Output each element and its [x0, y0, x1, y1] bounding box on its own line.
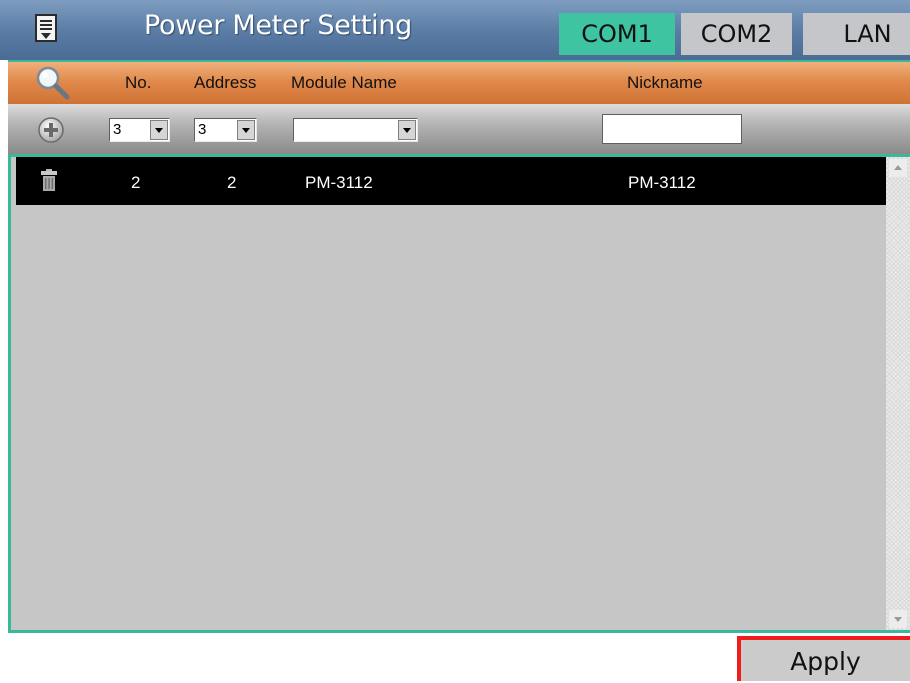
row-no: 2	[131, 173, 141, 192]
scroll-up-arrow-icon[interactable]	[889, 159, 907, 177]
apply-button[interactable]: Apply	[737, 636, 910, 681]
column-header-row: No. Address Module Name Nickname	[8, 60, 910, 104]
tab-com1[interactable]: COM1	[559, 13, 675, 55]
chevron-down-icon[interactable]	[237, 120, 255, 140]
module-name-select[interactable]	[293, 118, 418, 142]
add-icon[interactable]	[36, 115, 66, 145]
address-select-value: 3	[198, 121, 207, 138]
chevron-down-icon[interactable]	[398, 120, 416, 140]
column-header-module-name: Module Name	[291, 73, 397, 92]
tab-com2[interactable]: COM2	[681, 13, 792, 55]
meter-list: 2 2 PM-3112 PM-3112	[8, 157, 910, 633]
trash-icon[interactable]	[40, 169, 58, 191]
title-bar: Power Meter Setting COM1 COM2 LAN	[0, 0, 910, 60]
scroll-down-arrow-icon[interactable]	[889, 610, 907, 628]
add-row: 3 3	[8, 104, 910, 157]
tab-lan[interactable]: LAN	[803, 13, 910, 55]
search-icon[interactable]	[33, 64, 73, 102]
page-title: Power Meter Setting	[144, 10, 412, 41]
row-nickname: PM-3112	[628, 173, 696, 192]
no-select-value: 3	[113, 121, 122, 138]
no-select[interactable]: 3	[109, 118, 170, 142]
chevron-down-icon[interactable]	[150, 120, 168, 140]
column-header-nickname: Nickname	[627, 73, 703, 92]
menu-icon[interactable]	[35, 14, 57, 42]
vertical-scrollbar[interactable]	[886, 157, 910, 630]
address-select[interactable]: 3	[194, 118, 257, 142]
row-module-name: PM-3112	[305, 173, 373, 192]
table-row[interactable]: 2 2 PM-3112 PM-3112	[16, 157, 889, 205]
column-header-address: Address	[194, 73, 257, 92]
row-address: 2	[227, 173, 237, 192]
nickname-input[interactable]	[602, 114, 742, 144]
column-header-no: No.	[125, 73, 152, 92]
